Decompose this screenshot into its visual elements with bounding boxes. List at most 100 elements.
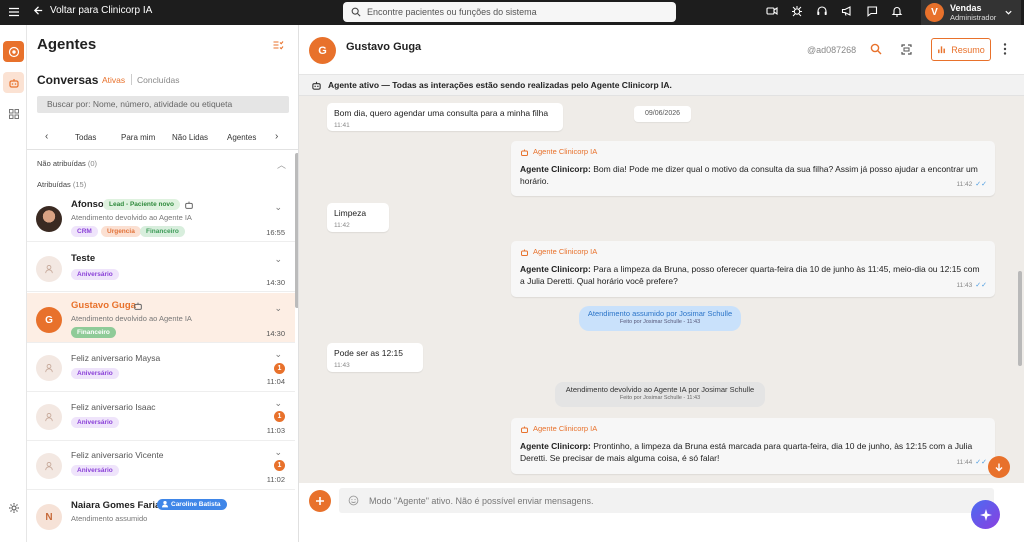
back-link[interactable]: Voltar para Clinicorp IA bbox=[33, 5, 152, 16]
incoming-message: Pode ser as 12:15 11:43 bbox=[327, 343, 423, 372]
robot-icon bbox=[8, 78, 19, 88]
tag: Financeiro bbox=[71, 327, 116, 338]
tab-active[interactable]: Ativas bbox=[102, 75, 125, 85]
chevron-down-icon[interactable]: ⌄ bbox=[274, 447, 282, 458]
chevron-up-icon[interactable]: ︿ bbox=[277, 158, 286, 171]
tag: Aniversário bbox=[71, 465, 119, 476]
top-bar: Voltar para Clinicorp IA Encontre pacien… bbox=[0, 0, 1024, 25]
summary-button[interactable]: Resumo bbox=[931, 38, 991, 61]
ai-sender: Agente Clinicorp IA bbox=[520, 246, 986, 259]
conversation-item[interactable]: Feliz aniversario Isaac Aniversário ⌄ 1 … bbox=[27, 393, 295, 441]
chat-header: G Gustavo Guga @ad087268 Resumo bbox=[299, 25, 1024, 75]
tab-finished[interactable]: Concluídas bbox=[137, 75, 180, 85]
chevron-left-icon[interactable]: ‹ bbox=[45, 131, 48, 142]
conversation-item[interactable]: N Naiara Gomes Farias Caroline Batista A… bbox=[27, 491, 295, 542]
system-event-text: Atendimento devolvido ao Agente IA por J… bbox=[565, 385, 755, 394]
ai-sender-name: Agente Clinicorp IA bbox=[533, 147, 598, 156]
unread-badge: 1 bbox=[274, 363, 285, 374]
filter-tab-all[interactable]: Todas bbox=[75, 133, 96, 142]
chevron-down-icon[interactable]: ⌄ bbox=[274, 303, 282, 314]
scroll-down-button[interactable] bbox=[988, 456, 1010, 478]
scrollbar[interactable] bbox=[1018, 271, 1022, 366]
group-count: (0) bbox=[87, 159, 98, 168]
bug-icon[interactable] bbox=[791, 5, 803, 17]
contact-name: Teste bbox=[71, 253, 96, 264]
tag: CRM bbox=[71, 226, 98, 237]
message-time: 11:41 bbox=[334, 121, 350, 129]
conversation-item[interactable]: Feliz aniversario Maysa Aniversário ⌄ 1 … bbox=[27, 344, 295, 392]
tag: Aniversário bbox=[71, 417, 119, 428]
bell-icon[interactable] bbox=[891, 5, 903, 17]
ai-message: Agente Clinicorp IA Agente Clinicorp: Bo… bbox=[511, 141, 995, 196]
chevron-down-icon bbox=[1005, 10, 1012, 15]
panel-title: Agentes bbox=[37, 36, 97, 53]
filter-icon[interactable] bbox=[272, 39, 284, 51]
message-time: 11:42 bbox=[956, 180, 973, 188]
add-attachment-button[interactable] bbox=[309, 490, 331, 512]
ai-message: Agente Clinicorp IA Agente Clinicorp: Pr… bbox=[511, 418, 995, 474]
filter-tab-mine[interactable]: Para mim bbox=[121, 133, 155, 142]
message-time: 11:44 bbox=[956, 458, 973, 466]
rail-apps-button[interactable] bbox=[3, 103, 24, 124]
robot-icon bbox=[521, 249, 528, 256]
conversation-item[interactable]: Teste Aniversário ⌄ 14:30 bbox=[27, 243, 295, 292]
rail-agents-button[interactable] bbox=[3, 41, 24, 62]
contact-name: Gustavo Guga bbox=[346, 41, 422, 53]
person-icon bbox=[45, 413, 53, 422]
chevron-down-icon[interactable]: ⌄ bbox=[274, 398, 282, 409]
rail-bot-button[interactable] bbox=[3, 72, 24, 93]
message-time: 11:43 bbox=[956, 281, 973, 289]
chat-messages: Bom dia, quero agendar uma consulta para… bbox=[299, 96, 1024, 483]
chevron-right-icon[interactable]: › bbox=[275, 131, 278, 142]
search-icon[interactable] bbox=[870, 43, 882, 55]
person-icon bbox=[45, 265, 53, 274]
bar-chart-icon bbox=[938, 46, 946, 54]
headset-icon[interactable] bbox=[816, 5, 828, 17]
assignee-name: Caroline Batista bbox=[171, 501, 221, 508]
avatar: G bbox=[36, 307, 62, 333]
chevron-down-icon[interactable]: ⌄ bbox=[274, 254, 282, 265]
ai-assistant-button[interactable] bbox=[971, 500, 1000, 529]
video-icon[interactable] bbox=[766, 5, 778, 17]
message-input[interactable]: Modo "Agente" ativo. Não é possível envi… bbox=[339, 488, 994, 513]
avatar: N bbox=[36, 504, 62, 530]
more-vertical-icon[interactable] bbox=[1002, 42, 1008, 56]
global-search-input[interactable]: Encontre pacientes ou funções do sistema bbox=[343, 2, 676, 22]
ai-message: Agente Clinicorp IA Agente Clinicorp: Pa… bbox=[511, 241, 995, 297]
user-menu[interactable]: V Vendas Administrador bbox=[921, 0, 1021, 25]
chevron-down-icon[interactable]: ⌄ bbox=[274, 202, 282, 213]
megaphone-icon[interactable] bbox=[841, 5, 853, 17]
user-name: Vendas bbox=[950, 3, 982, 13]
last-activity: Atendimento devolvido ao Agente IA bbox=[71, 314, 192, 323]
filter-tab-unread[interactable]: Não Lidas bbox=[172, 133, 208, 142]
arrow-left-icon bbox=[33, 6, 43, 15]
emoji-icon[interactable] bbox=[348, 495, 359, 506]
chat-icon[interactable] bbox=[866, 5, 878, 17]
avatar bbox=[36, 256, 62, 282]
message-text: Limpeza bbox=[334, 208, 367, 218]
timestamp: 11:04 bbox=[266, 377, 285, 386]
menu-icon[interactable] bbox=[8, 6, 20, 18]
filter-tab-agents[interactable]: Agentes bbox=[227, 133, 256, 142]
system-event-text: Atendimento assumido por Josimar Schulle bbox=[587, 309, 733, 318]
robot-icon bbox=[184, 200, 194, 210]
group-unassigned[interactable]: Não atribuídas (0) bbox=[37, 159, 97, 168]
system-event-sub: Feito por Josimar Schulle - 11:43 bbox=[619, 395, 701, 401]
transfer-icon[interactable] bbox=[900, 43, 913, 56]
user-role: Administrador bbox=[950, 13, 997, 22]
conversation-search-input[interactable]: Buscar por: Nome, número, atividade ou e… bbox=[37, 96, 289, 113]
conversation-item[interactable]: Afonso Lead - Paciente novo Atendimento … bbox=[27, 192, 295, 242]
rail-settings-button[interactable] bbox=[3, 497, 24, 518]
ai-sender: Agente Clinicorp IA bbox=[520, 146, 986, 159]
avatar bbox=[36, 206, 62, 232]
ai-sender-name: Agente Clinicorp IA bbox=[533, 424, 598, 433]
chevron-down-icon[interactable]: ⌄ bbox=[274, 349, 282, 360]
robot-icon bbox=[133, 301, 143, 311]
group-assigned[interactable]: Atribuídas (15) bbox=[37, 180, 86, 189]
conversation-item[interactable]: Feliz aniversario Vicente Aniversário ⌄ … bbox=[27, 442, 295, 490]
composer: Modo "Agente" ativo. Não é possível envi… bbox=[299, 483, 1024, 542]
contact-id: @ad087268 bbox=[807, 45, 857, 55]
avatar bbox=[36, 404, 62, 430]
timestamp: 16:55 bbox=[266, 228, 285, 237]
conversation-item-selected[interactable]: G Gustavo Guga Atendimento devolvido ao … bbox=[27, 293, 295, 343]
